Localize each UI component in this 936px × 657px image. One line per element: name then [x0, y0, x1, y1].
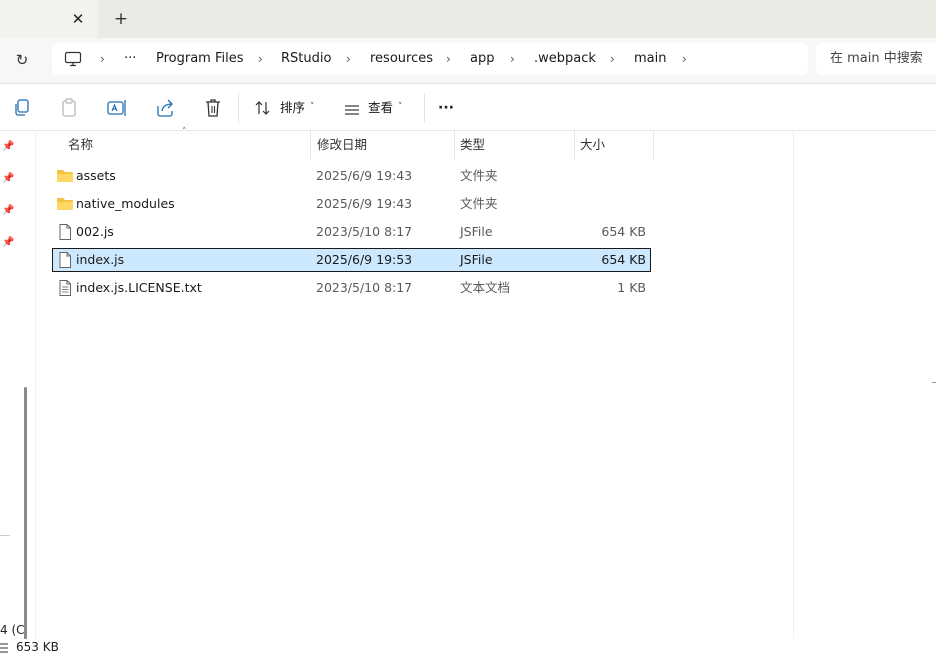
- view-icon: [344, 101, 360, 115]
- breadcrumb-resources[interactable]: resources: [370, 43, 433, 75]
- status-bar: 653 KB: [0, 639, 936, 657]
- breadcrumb-separator[interactable]: ›: [100, 43, 105, 75]
- column-header-size[interactable]: 大小: [572, 131, 652, 159]
- column-header-modified[interactable]: 修改日期: [309, 131, 452, 159]
- table-row[interactable]: assets 2025/6/9 19:43 文件夹: [52, 164, 651, 188]
- file-type: 文件夹: [460, 168, 498, 183]
- breadcrumb-separator[interactable]: ›: [682, 43, 687, 75]
- view-button[interactable]: 查看 ˅: [344, 96, 414, 120]
- breadcrumb-app[interactable]: app: [470, 43, 494, 75]
- table-row[interactable]: 002.js 2023/5/10 8:17 JSFile 654 KB: [52, 220, 651, 244]
- sort-icon: [254, 100, 272, 116]
- file-size: [572, 164, 646, 188]
- breadcrumb-separator[interactable]: ›: [258, 43, 263, 75]
- delete-icon[interactable]: [203, 97, 223, 119]
- close-tab-icon[interactable]: ✕: [70, 10, 86, 28]
- file-size: [572, 192, 646, 216]
- breadcrumb-separator[interactable]: ›: [346, 43, 351, 75]
- table-row[interactable]: index.js.LICENSE.txt 2023/5/10 8:17 文本文档…: [52, 276, 651, 300]
- text-file-icon: [56, 279, 74, 297]
- pin-icon: 📌: [2, 141, 15, 152]
- breadcrumb-program-files[interactable]: Program Files: [156, 43, 244, 75]
- breadcrumb-separator[interactable]: ›: [610, 43, 615, 75]
- details-pane-edge: [932, 382, 936, 383]
- file-icon: [56, 223, 74, 241]
- file-size: 654 KB: [601, 252, 646, 267]
- folder-icon: [56, 167, 74, 185]
- chevron-down-icon: ˅: [310, 102, 315, 112]
- navigation-pane: 📌 📌 📌 📌 4 (C: [0, 131, 34, 657]
- view-label: 查看: [368, 100, 394, 115]
- rename-icon[interactable]: [106, 97, 126, 119]
- file-size: 654 KB: [601, 224, 646, 239]
- table-row-selected[interactable]: index.js 2025/6/9 19:53 JSFile 654 KB: [52, 248, 651, 272]
- file-type: 文本文档: [460, 280, 511, 295]
- pin-icon: 📌: [2, 205, 15, 216]
- folder-icon: [56, 195, 74, 213]
- file-name: assets: [76, 168, 116, 183]
- pin-icon: 📌: [2, 237, 15, 248]
- toolbar-divider: [424, 93, 425, 123]
- file-type: 文件夹: [460, 196, 498, 211]
- pin-icon: 📌: [2, 173, 15, 184]
- share-icon[interactable]: [155, 97, 175, 119]
- computer-icon[interactable]: [64, 51, 82, 67]
- refresh-icon[interactable]: ↻: [12, 50, 32, 70]
- file-type: JSFile: [460, 252, 493, 267]
- breadcrumb-rstudio[interactable]: RStudio: [281, 43, 331, 75]
- breadcrumb-separator[interactable]: ›: [510, 43, 515, 75]
- sort-label: 排序: [280, 100, 306, 115]
- breadcrumb-overflow-button[interactable]: ···: [124, 43, 136, 75]
- file-modified: 2023/5/10 8:17: [316, 280, 413, 295]
- chevron-down-icon: ˅: [398, 102, 403, 112]
- more-options-button[interactable]: ···: [438, 96, 454, 120]
- tab-main[interactable]: ✕: [0, 0, 98, 38]
- status-selected-size: 653 KB: [16, 640, 59, 654]
- nav-scrollbar[interactable]: [24, 387, 27, 643]
- breadcrumb-main[interactable]: main: [634, 43, 666, 75]
- nav-divider: [0, 535, 10, 536]
- details-view-icon[interactable]: [0, 642, 8, 654]
- file-modified: 2025/6/9 19:43: [316, 168, 413, 183]
- breadcrumb-webpack[interactable]: .webpack: [534, 43, 596, 75]
- file-modified: 2025/6/9 19:43: [316, 196, 413, 211]
- file-modified: 2023/5/10 8:17: [316, 224, 413, 239]
- file-modified: 2025/6/9 19:53: [316, 252, 413, 267]
- file-name: index.js: [76, 252, 125, 267]
- file-size: 1 KB: [617, 280, 646, 295]
- command-bar: 排序 ˅ 查看 ˅ ···: [0, 85, 936, 131]
- file-name: native_modules: [76, 196, 175, 211]
- pane-divider: [793, 131, 794, 639]
- breadcrumb[interactable]: › ··· Program Files › RStudio › resource…: [52, 43, 808, 75]
- toolbar-divider: [238, 93, 239, 123]
- copy-icon[interactable]: [12, 97, 32, 119]
- breadcrumb-separator[interactable]: ›: [446, 43, 451, 75]
- column-header-type[interactable]: 类型: [452, 131, 572, 159]
- table-row[interactable]: native_modules 2025/6/9 19:43 文件夹: [52, 192, 651, 216]
- file-name: index.js.LICENSE.txt: [76, 280, 202, 295]
- sort-ascending-icon: ˄: [182, 127, 187, 137]
- file-type: JSFile: [460, 224, 493, 239]
- paste-icon[interactable]: [59, 97, 79, 119]
- tab-strip: ✕ +: [0, 0, 936, 38]
- column-divider[interactable]: [653, 131, 654, 159]
- file-icon: [56, 251, 74, 269]
- file-list: 名称 ˄ 修改日期 类型 大小 assets 2025/6/9 19:43 文件…: [35, 127, 936, 639]
- nav-item-drive[interactable]: 4 (C: [0, 623, 25, 637]
- sort-button[interactable]: 排序 ˅: [254, 96, 324, 120]
- address-row: ↻ › ··· Program Files › RStudio › resour…: [0, 38, 936, 84]
- search-input[interactable]: 在 main 中搜索: [816, 43, 936, 75]
- new-tab-button[interactable]: +: [112, 9, 130, 29]
- file-name: 002.js: [76, 224, 114, 239]
